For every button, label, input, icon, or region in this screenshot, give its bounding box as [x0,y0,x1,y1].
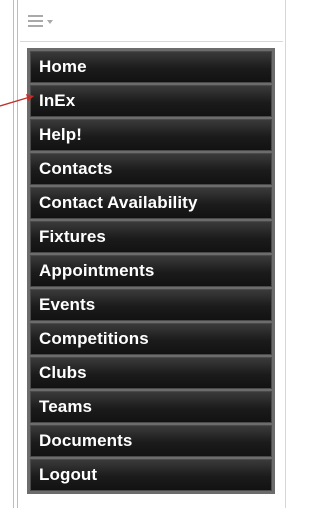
menu-item-contacts[interactable]: Contacts [30,153,272,185]
toolbar-divider [20,41,283,42]
navigation-menu: Home InEx Help! Contacts Contact Availab… [27,48,275,494]
menu-item-logout[interactable]: Logout [30,459,272,491]
menu-item-inex[interactable]: InEx [30,85,272,117]
frame-border-left [13,0,14,508]
arrow-right-icon [0,94,34,107]
menu-item-home[interactable]: Home [30,51,272,83]
frame-border-right [285,0,286,508]
menu-item-appointments[interactable]: Appointments [30,255,272,287]
frame-border-inner [17,0,18,508]
menu-item-events[interactable]: Events [30,289,272,321]
hamburger-icon[interactable] [28,15,43,27]
menu-item-competitions[interactable]: Competitions [30,323,272,355]
toolbar [28,8,88,34]
menu-item-clubs[interactable]: Clubs [30,357,272,389]
menu-item-teams[interactable]: Teams [30,391,272,423]
caret-down-icon[interactable] [47,20,53,24]
menu-item-fixtures[interactable]: Fixtures [30,221,272,253]
menu-item-contact-availability[interactable]: Contact Availability [30,187,272,219]
menu-item-documents[interactable]: Documents [30,425,272,457]
menu-item-help[interactable]: Help! [30,119,272,151]
